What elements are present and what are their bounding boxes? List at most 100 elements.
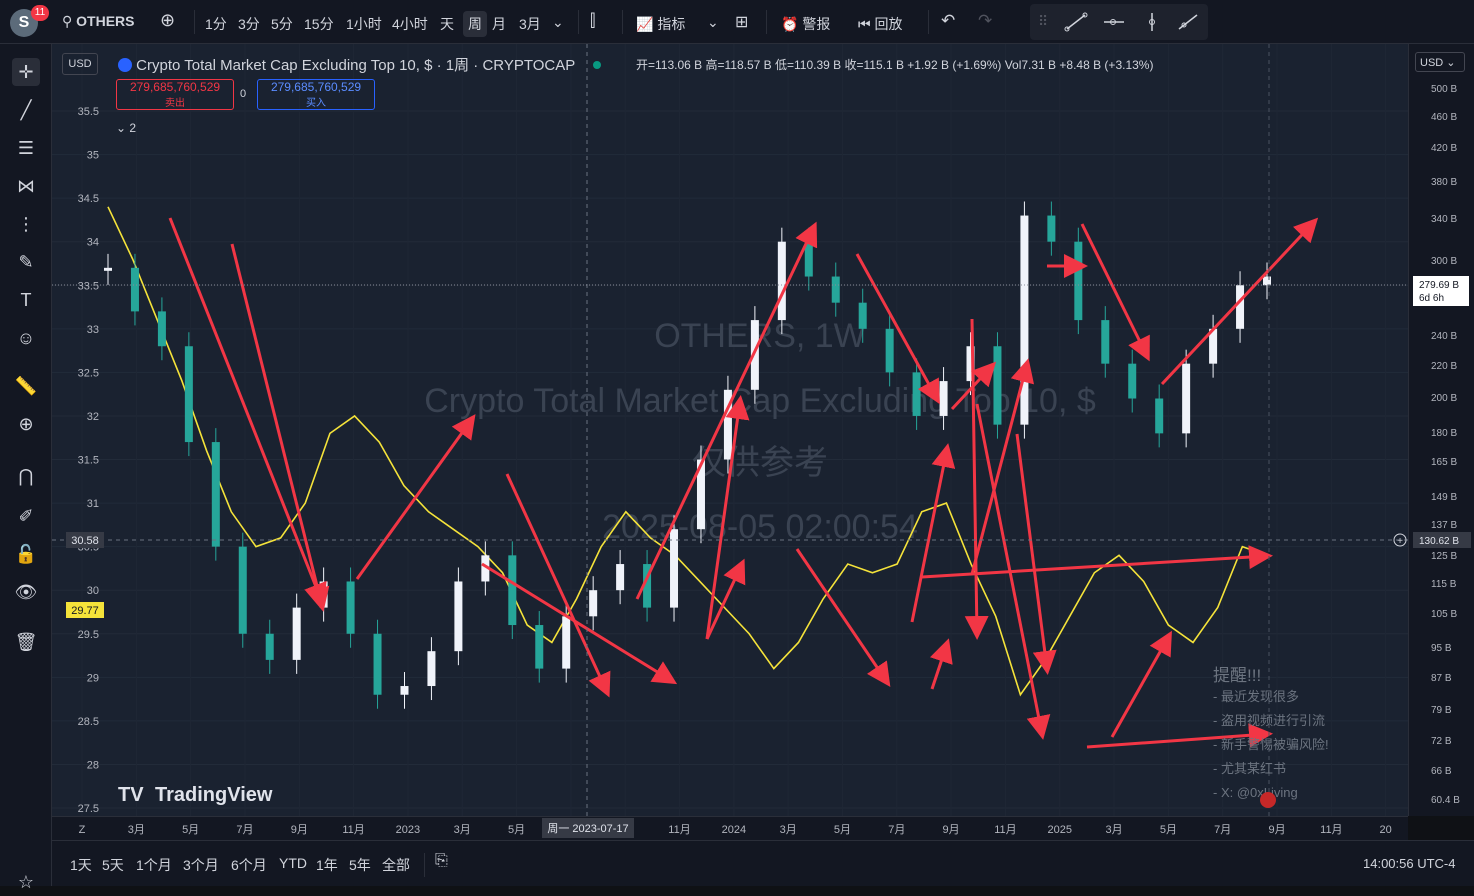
buy-price: 279,685,760,529 [258,80,374,94]
indicators-button[interactable]: 📈 指标 [636,14,685,34]
replay-icon: ⏮ [858,16,871,32]
replay-label: 回放 [875,16,903,32]
crypto-logo-icon [118,58,132,72]
trend-line-tool-icon[interactable]: ╱ [12,96,40,124]
chart-canvas[interactable]: OTHERS, 1W Crypto Total Market Cap Exclu… [52,44,1408,816]
tf-day[interactable]: 天 [440,14,454,34]
add-symbol-icon[interactable]: ⊕ [160,10,175,31]
range-3m[interactable]: 3个月 [183,855,219,875]
time-tick-label: 3月 [128,824,145,836]
symbol-search[interactable]: ⚲ OTHERS [62,13,135,30]
tf-week[interactable]: 周 [463,11,487,37]
candle-body [1101,320,1109,364]
range-1d[interactable]: 1天 [70,855,92,875]
undo-icon[interactable]: ↶ [941,11,955,31]
prediction-tool-icon[interactable]: ⋮ [12,210,40,238]
magnet-icon[interactable]: ⋂ [12,462,40,490]
alert-button[interactable]: ⏰ 警报 [781,14,830,34]
right-tick-label: 165 B [1431,457,1457,468]
pattern-tool-icon[interactable]: ⋈ [12,172,40,200]
tf-15m[interactable]: 15分 [304,14,334,34]
right-tick-label: 149 B [1431,492,1457,503]
time-tick-label: 11月 [1320,824,1342,836]
right-tick-label: 72 B [1431,736,1452,747]
zoom-in-icon[interactable]: ⊕ [12,410,40,438]
chevron-down-icon[interactable]: ⌄ [552,14,564,31]
fib-tool-icon[interactable]: ☰ [12,134,40,162]
left-tick-label: 33.5 [78,280,99,292]
left-tick-label: 32.5 [78,367,99,379]
left-tick-label: 28.5 [78,716,99,728]
sell-button[interactable]: 279,685,760,529 卖出 [116,79,234,110]
buy-button[interactable]: 279,685,760,529 买入 [257,79,375,110]
tf-4h[interactable]: 4小时 [392,14,428,34]
range-ytd[interactable]: YTD [279,855,307,871]
chevron-down-icon[interactable]: ⌄ [707,14,719,31]
range-all[interactable]: 全部 [382,855,410,875]
right-tick-label: 105 B [1431,609,1457,620]
brush-tool-icon[interactable]: ✎ [12,248,40,276]
range-1m[interactable]: 1个月 [136,855,172,875]
trash-icon[interactable]: 🗑 [12,628,40,656]
red-arrow [1162,222,1314,384]
range-1y[interactable]: 1年 [316,855,338,875]
tf-3m[interactable]: 3分 [238,14,260,34]
spread-value: 0 [240,88,246,100]
tf-5m[interactable]: 5分 [271,14,293,34]
candle-type-icon[interactable]: ⫿ [590,11,595,31]
text-tool-icon[interactable]: T [12,286,40,314]
clock[interactable]: 14:00:56 UTC-4 [1363,856,1456,871]
divider [578,10,579,34]
candle-body [427,651,435,686]
range-5d[interactable]: 5天 [102,855,124,875]
indicator-toggle[interactable]: ⌄ 2 [116,121,136,135]
chart-pane[interactable]: OTHERS, 1W Crypto Total Market Cap Exclu… [52,44,1408,816]
lock-icon[interactable]: 🔓 [12,540,40,568]
red-arrow [932,644,947,689]
emoji-tool-icon[interactable]: ☺ [12,324,40,352]
tf-1h[interactable]: 1小时 [346,14,382,34]
horizontal-ray-icon[interactable] [1102,12,1126,32]
flag-event-icon[interactable] [1260,792,1276,808]
drag-handle-icon[interactable]: ⠿ [1038,13,1048,30]
candle-body [616,564,624,590]
eye-icon[interactable]: 👁 [12,578,40,606]
sell-label: 卖出 [117,94,233,109]
sell-price: 279,685,760,529 [117,80,233,94]
tf-3month[interactable]: 3月 [519,14,541,34]
tf-month[interactable]: 月 [492,14,506,34]
range-5y[interactable]: 5年 [349,855,371,875]
lock-drawing-icon[interactable]: ✐ [12,502,40,530]
favorites-star-icon[interactable]: ☆ [12,868,40,896]
tf-1m[interactable]: 1分 [205,14,227,34]
trend-line-icon[interactable] [1064,12,1088,32]
redo-icon[interactable]: ↷ [978,11,992,31]
currency-left-badge[interactable]: USD [62,53,98,75]
ruler-icon[interactable]: 📏 [12,372,40,400]
symbol-legend[interactable]: Crypto Total Market Cap Excluding Top 10… [118,54,601,75]
time-tick-label: 9月 [291,824,308,836]
right-tick-label: 115 B [1431,579,1457,590]
ray-icon[interactable] [1176,12,1200,32]
candle-body [266,634,274,660]
time-tick-label: 5月 [182,824,199,836]
left-tick-label: 33 [87,324,99,336]
price-axis[interactable]: USD ⌄ 500 B460 B420 B380 B340 B300 B260 … [1408,44,1474,816]
candle-body [562,616,570,668]
notice-line-2: - 盗用视频进行引流 [1213,713,1325,728]
candle-body [832,277,840,303]
layout-grid-icon[interactable]: ⊞ [735,12,748,32]
time-tick-label: 5月 [508,824,525,836]
right-tick-label: 240 B [1431,331,1457,342]
time-axis[interactable]: Z3月5月7月9月11月20233月5月7月9月11月20243月5月7月9月1… [52,816,1408,840]
range-6m[interactable]: 6个月 [231,855,267,875]
candle-body [212,442,220,547]
red-arrow [1112,636,1169,737]
date-range-icon[interactable]: ⎘ [435,852,448,870]
crosshair-icon[interactable]: ✛ [12,58,40,86]
replay-button[interactable]: ⏮ 回放 [858,14,903,34]
notice-line-1: - 最近发现很多 [1213,689,1299,704]
right-tick-label: 60.4 B [1431,795,1460,806]
vertical-line-icon[interactable] [1140,12,1164,32]
candle-body [1155,399,1163,434]
